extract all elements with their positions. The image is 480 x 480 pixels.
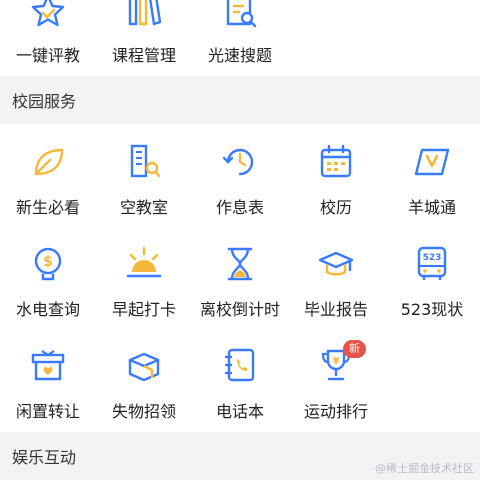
books-icon	[128, 0, 162, 26]
bus-icon: 523	[417, 246, 447, 280]
grid-item-morning-checkin[interactable]: 早起打卡	[96, 244, 192, 348]
section-title: 校园服务	[12, 92, 77, 111]
grid-item-label: 空教室	[119, 198, 168, 217]
grid-item-label: 作息表	[215, 198, 264, 217]
sunrise-icon	[126, 246, 162, 278]
svg-text:¥: ¥	[333, 356, 340, 367]
grid-item-label: 电话本	[215, 402, 264, 421]
grid-item-label: 校历	[319, 198, 352, 217]
grid-item-523-status[interactable]: 523 523现状	[384, 244, 480, 348]
star-icon	[31, 0, 65, 27]
grid-item-freshman-guide[interactable]: 新生必看	[0, 142, 96, 246]
grid-item-label: 课程管理	[111, 46, 176, 65]
graduation-cap-icon	[318, 251, 354, 276]
grid-item-label: 一键评教	[15, 46, 80, 65]
calendar-icon	[320, 144, 352, 178]
card-icon	[414, 148, 450, 176]
document-search-icon	[226, 0, 257, 28]
box-heart-icon	[31, 350, 65, 381]
grid-item-label: 失物招领	[111, 402, 176, 421]
grid-item-label: 运动排行	[303, 402, 368, 421]
grid-item-leave-countdown[interactable]: 离校倒计时	[192, 244, 288, 348]
grid-item-schedule[interactable]: 作息表	[192, 142, 288, 246]
grid-item-label: 新生必看	[15, 198, 80, 217]
grid-item-graduation-report[interactable]: 毕业报告	[288, 244, 384, 348]
campus-row-1: 新生必看 空教室 作息表 校历 羊城通	[0, 142, 480, 246]
grid-item-label: 523现状	[400, 300, 464, 319]
grid-item-calendar[interactable]: 校历	[288, 142, 384, 246]
building-search-icon	[130, 144, 161, 178]
svg-text:$: $	[43, 254, 53, 270]
phone-book-icon	[224, 348, 255, 382]
grid-item-utilities[interactable]: $ 水电查询	[0, 244, 96, 348]
grid-item-label: 闲置转让	[15, 402, 80, 421]
clock-arrow-icon	[222, 148, 254, 176]
grid-item-empty-classroom[interactable]: 空教室	[96, 142, 192, 246]
watermark: @稀土掘金技术社区	[375, 462, 474, 475]
bus-route-text: 523	[423, 253, 442, 263]
grid-item-label: 水电查询	[15, 300, 80, 319]
grid-item-label: 离校倒计时	[199, 300, 280, 319]
grid-item-label: 毕业报告	[303, 300, 368, 319]
hourglass-icon	[227, 247, 253, 281]
section-title: 娱乐互动	[12, 448, 77, 467]
campus-row-2: $ 水电查询 早起打卡 离校倒计时 毕业报告 523 523现状	[0, 244, 480, 348]
new-badge: 新	[343, 340, 366, 358]
leaf-icon	[34, 148, 64, 176]
grid-item-label: 光速搜题	[207, 46, 272, 65]
bulb-dollar-icon: $	[34, 247, 62, 281]
grid-item-label: 早起打卡	[111, 300, 176, 319]
open-box-icon	[128, 352, 160, 382]
grid-item-yangchengtong[interactable]: 羊城通	[384, 142, 480, 246]
section-header-campus: 校园服务	[0, 76, 480, 124]
grid-item-label: 羊城通	[407, 198, 456, 217]
